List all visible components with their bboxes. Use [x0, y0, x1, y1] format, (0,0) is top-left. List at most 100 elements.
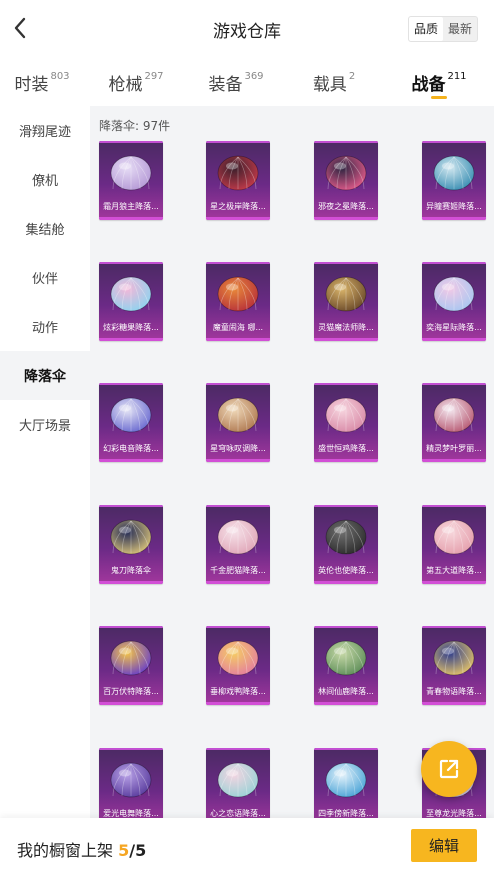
parachute-item[interactable]: 百万伏特降落...: [99, 626, 163, 705]
share-button[interactable]: [421, 741, 477, 797]
parachute-item[interactable]: 林间仙鹿降落...: [314, 626, 378, 705]
parachute-item[interactable]: 邪夜之冕降落...: [314, 141, 378, 220]
item-name: 鬼刀降落伞: [111, 566, 151, 575]
tab-count: 211: [447, 70, 467, 82]
parachute-item[interactable]: 垂柳戏鸭降落...: [206, 626, 270, 705]
parachute-item[interactable]: 鬼刀降落伞: [99, 505, 163, 584]
footer-bar: 我的橱窗上架 5/5 编辑: [0, 818, 494, 875]
parachute-item[interactable]: 心之恋语降落...: [206, 748, 270, 827]
item-name: 奕海星际降落...: [426, 323, 482, 332]
sidebar-item-glide-trail[interactable]: 滑翔尾迹: [0, 106, 90, 155]
edit-button[interactable]: 编辑: [411, 829, 477, 862]
parachute-item[interactable]: 盛世恒鸡降落...: [314, 383, 378, 462]
item-rarity-bottom-bar: [422, 217, 486, 220]
pink-dome-parachute-icon: [433, 519, 475, 555]
tab-label: 战备: [411, 74, 446, 95]
parachute-item[interactable]: 异瞳赛姬降落...: [422, 141, 486, 220]
parachute-item[interactable]: 幻彩电音降落...: [99, 383, 163, 462]
tab-vehicles[interactable]: 载具 2: [284, 58, 384, 106]
item-name: 垂柳戏鸭降落...: [210, 687, 266, 696]
item-rarity-top-line: [314, 505, 378, 507]
tab-supplies[interactable]: 战备 211: [384, 58, 494, 106]
item-rarity-top-line: [422, 141, 486, 143]
item-rarity-top-line: [206, 141, 270, 143]
item-rarity-bottom-bar: [99, 338, 163, 341]
sidebar-item-emote[interactable]: 动作: [0, 302, 90, 351]
pink-lotus-parachute-icon: [325, 397, 367, 433]
ghost-blade-parachute-icon: [110, 519, 152, 555]
item-rarity-top-line: [206, 626, 270, 628]
parachute-item[interactable]: 炫彩糖果降落...: [99, 262, 163, 341]
parachute-item[interactable]: 千金肥猫降落...: [206, 505, 270, 584]
item-rarity-bottom-bar: [206, 217, 270, 220]
sidebar-item-parachute[interactable]: 降落伞: [0, 351, 90, 400]
item-rarity-top-line: [206, 748, 270, 750]
item-rarity-top-line: [206, 262, 270, 264]
parachute-item[interactable]: 英伦也使降落...: [314, 505, 378, 584]
dark-red-parachute-icon: [217, 155, 259, 191]
item-rarity-top-line: [99, 748, 163, 750]
item-name: 炫彩糖果降落...: [103, 323, 159, 332]
item-name: 盛世恒鸡降落...: [318, 444, 374, 453]
sort-by-quality[interactable]: 品质: [408, 17, 443, 41]
sidebar-item-wingman[interactable]: 僚机: [0, 155, 90, 204]
parachute-item[interactable]: 青春物语降落...: [422, 626, 486, 705]
parachute-item[interactable]: 灵猫魔法师降...: [314, 262, 378, 341]
item-name: 幻彩电音降落...: [103, 444, 159, 453]
showcase-label: 我的橱窗上架: [17, 841, 114, 860]
tab-guns[interactable]: 枪械 297: [84, 58, 188, 106]
blue-dome-parachute-icon: [433, 155, 475, 191]
wing-parachute-icon: [433, 397, 475, 433]
item-name: 星之极岸降落...: [210, 202, 266, 211]
item-name: 精灵梦叶罗丽...: [426, 444, 482, 453]
parachute-item[interactable]: 精灵梦叶罗丽...: [422, 383, 486, 462]
item-rarity-bottom-bar: [422, 702, 486, 705]
tab-equipment[interactable]: 装备 369: [188, 58, 284, 106]
item-rarity-bottom-bar: [206, 581, 270, 584]
sidebar-item-companion[interactable]: 伙伴: [0, 253, 90, 302]
app-root: 游戏仓库 品质 最新 时装 803 枪械 297 装备 369 载具 2 战备 211 滑…: [0, 0, 494, 875]
parachute-item[interactable]: 星穹咏叹调降...: [206, 383, 270, 462]
parachute-item[interactable]: 魔童闹海 哪...: [206, 262, 270, 341]
sidebar-item-rally-pod[interactable]: 集结舱: [0, 204, 90, 253]
item-name: 霜月狼主降落...: [103, 202, 159, 211]
header: 游戏仓库 品质 最新: [0, 0, 494, 58]
item-name: 魔童闹海 哪...: [212, 323, 264, 332]
showcase-status: 我的橱窗上架 5/5: [17, 837, 146, 861]
item-rarity-bottom-bar: [99, 459, 163, 462]
item-rarity-bottom-bar: [314, 702, 378, 705]
yellow-parachute-icon: [217, 640, 259, 676]
item-rarity-bottom-bar: [422, 581, 486, 584]
sidebar-item-lobby-scene[interactable]: 大厅场景: [0, 400, 90, 449]
lightning-parachute-icon: [110, 640, 152, 676]
parachute-item[interactable]: 奕海星际降落...: [422, 262, 486, 341]
item-rarity-top-line: [314, 748, 378, 750]
sort-by-newest[interactable]: 最新: [443, 17, 477, 41]
tab-count: 369: [244, 70, 264, 82]
parachute-item[interactable]: 霜月狼主降落...: [99, 141, 163, 220]
item-rarity-top-line: [206, 505, 270, 507]
fire-parachute-icon: [217, 276, 259, 312]
item-rarity-top-line: [422, 505, 486, 507]
candy-parachute-icon: [110, 276, 152, 312]
item-name: 英伦也使降落...: [318, 566, 374, 575]
item-rarity-bottom-bar: [206, 459, 270, 462]
item-name: 林间仙鹿降落...: [318, 687, 374, 696]
item-rarity-bottom-bar: [99, 217, 163, 220]
item-rarity-top-line: [99, 383, 163, 385]
item-rarity-bottom-bar: [99, 581, 163, 584]
item-rarity-bottom-bar: [422, 459, 486, 462]
parachute-item[interactable]: 四季傍新降落...: [314, 748, 378, 827]
parachute-item[interactable]: 第五大道降落...: [422, 505, 486, 584]
item-name: 灵猫魔法师降...: [318, 323, 374, 332]
item-rarity-top-line: [422, 626, 486, 628]
item-rarity-top-line: [99, 505, 163, 507]
item-name: 邪夜之冕降落...: [318, 202, 374, 211]
tab-label: 枪械: [108, 74, 143, 95]
feather-parachute-icon: [110, 155, 152, 191]
tab-fashion[interactable]: 时装 803: [0, 58, 84, 106]
tab-count: 2: [348, 70, 356, 82]
parachute-item[interactable]: 爱光电舞降落...: [99, 748, 163, 827]
parachute-item[interactable]: 星之极岸降落...: [206, 141, 270, 220]
item-rarity-top-line: [99, 141, 163, 143]
